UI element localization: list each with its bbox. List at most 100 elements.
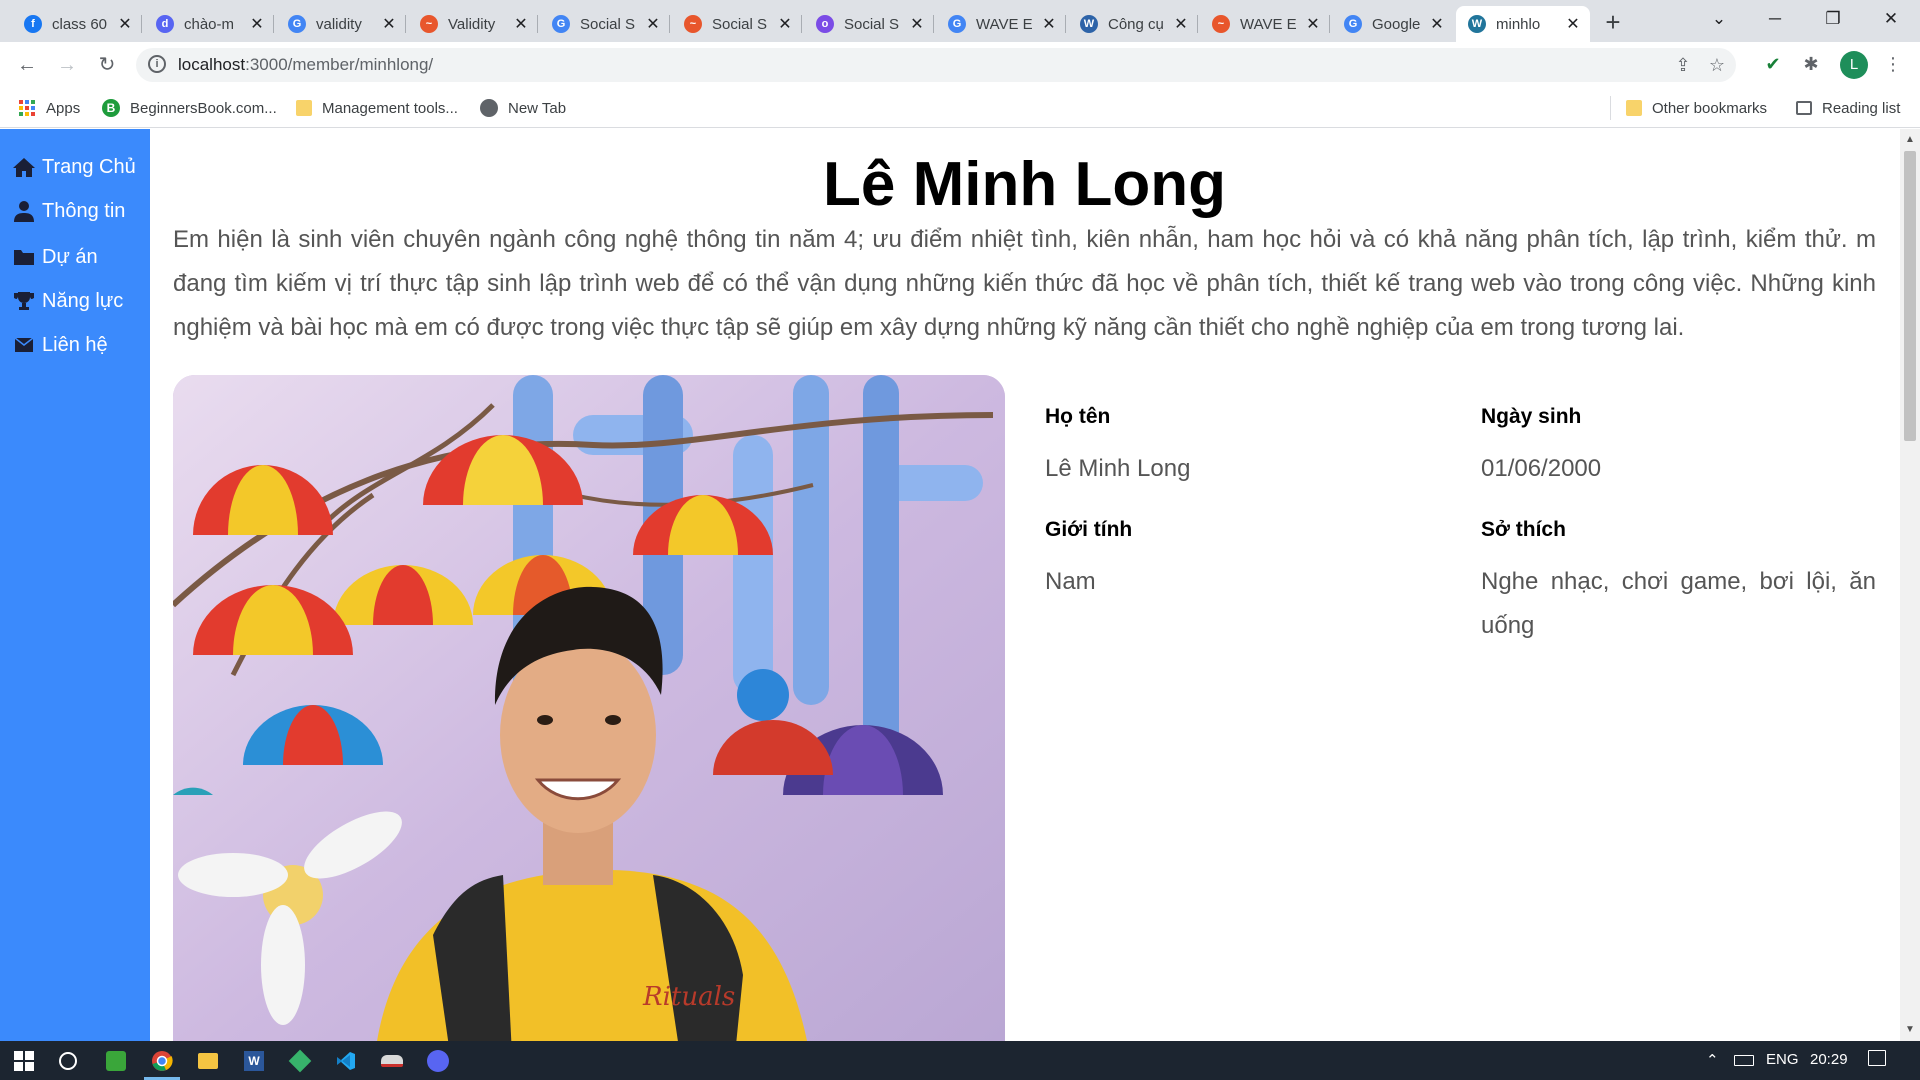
sidebar-item-info[interactable]: Thông tin bbox=[12, 199, 125, 223]
tab-close-icon[interactable]: ✕ bbox=[644, 14, 662, 34]
sidebar-item-contact[interactable]: Liên hệ bbox=[12, 333, 108, 357]
scroll-up-arrow-icon[interactable]: ▲ bbox=[1905, 135, 1915, 145]
browser-tab[interactable]: Wminhlo ✕ bbox=[1456, 6, 1590, 42]
browser-tab[interactable]: G Social S ✕ bbox=[540, 6, 670, 42]
apps-grid-icon bbox=[18, 99, 36, 117]
discord-taskbar-icon[interactable] bbox=[424, 1047, 452, 1075]
back-button[interactable]: ← bbox=[12, 50, 42, 80]
browser-tab[interactable]: d chào-m ✕ bbox=[144, 6, 274, 42]
close-window-button[interactable]: ✕ bbox=[1868, 4, 1914, 34]
bookmark-other-bookmarks[interactable]: Other bookmarks bbox=[1626, 98, 1767, 118]
browser-tab[interactable]: G WAVE E ✕ bbox=[936, 6, 1066, 42]
app-diamond-icon[interactable] bbox=[286, 1047, 314, 1075]
tab-close-icon[interactable]: ✕ bbox=[116, 14, 134, 34]
facebook-icon: f bbox=[24, 15, 42, 33]
notification-icon[interactable] bbox=[1868, 1050, 1886, 1070]
clock-time[interactable]: 20:29 bbox=[1810, 1051, 1848, 1068]
url-text[interactable]: localhost:3000/member/minhlong/ bbox=[178, 55, 433, 75]
sidebar-item-label: Trang Chủ bbox=[42, 155, 136, 178]
forward-button[interactable]: → bbox=[52, 50, 82, 80]
tab-title: class 60 bbox=[52, 15, 108, 33]
language-indicator[interactable]: ENG bbox=[1766, 1051, 1799, 1068]
browser-tab[interactable]: f class 60 ✕ bbox=[12, 6, 142, 42]
bookmark-beginnersbook[interactable]: B BeginnersBook.com... bbox=[102, 98, 277, 118]
bookmark-newtab-label: New Tab bbox=[508, 99, 567, 117]
tab-close-icon[interactable]: ✕ bbox=[1304, 14, 1322, 34]
bookmark-apps[interactable]: Apps bbox=[18, 98, 80, 118]
tab-title: chào-m bbox=[184, 15, 235, 33]
vscode-icon[interactable] bbox=[332, 1047, 360, 1075]
tab-title: WAVE E bbox=[976, 15, 1033, 33]
extension-check-icon[interactable]: ✔ bbox=[1762, 54, 1784, 76]
tab-title: Social S bbox=[712, 15, 768, 33]
browser-tab[interactable]: ~ Social S ✕ bbox=[672, 6, 802, 42]
tab-close-icon[interactable]: ✕ bbox=[1428, 14, 1446, 34]
tab-separator bbox=[669, 15, 670, 33]
share-icon[interactable]: ⇪ bbox=[1672, 55, 1694, 77]
address-bar[interactable]: i localhost:3000/member/minhlong/ ⇪ ☆ bbox=[136, 48, 1736, 82]
file-explorer-icon[interactable] bbox=[194, 1047, 222, 1075]
tab-close-icon[interactable]: ✕ bbox=[1040, 14, 1058, 34]
chrome-taskbar-icon[interactable] bbox=[148, 1047, 176, 1075]
field-label: Sở thích bbox=[1481, 518, 1566, 541]
tab-title: WAVE E bbox=[1240, 15, 1297, 33]
reading-list-label: Reading list bbox=[1822, 99, 1901, 117]
tab-close-icon[interactable]: ✕ bbox=[512, 14, 530, 34]
site-info-icon[interactable]: i bbox=[148, 55, 166, 73]
extensions-puzzle-icon[interactable]: ✱ bbox=[1800, 54, 1822, 76]
tab-close-icon[interactable]: ✕ bbox=[776, 14, 794, 34]
browser-tab[interactable]: o Social S ✕ bbox=[804, 6, 934, 42]
tab-close-icon[interactable]: ✕ bbox=[248, 14, 266, 34]
bookmark-star-icon[interactable]: ☆ bbox=[1706, 55, 1728, 77]
sidebar-item-projects[interactable]: Dự án bbox=[12, 245, 98, 269]
bookmarks-divider bbox=[1610, 96, 1611, 120]
minimize-button[interactable]: ─ bbox=[1752, 4, 1798, 34]
wave-rainbow-icon: ~ bbox=[684, 15, 702, 33]
browser-tab[interactable]: G Google ✕ bbox=[1332, 6, 1454, 42]
app-green-icon[interactable] bbox=[102, 1047, 130, 1075]
scroll-thumb[interactable] bbox=[1904, 151, 1916, 441]
tab-search-icon[interactable]: ⌄ bbox=[1696, 4, 1742, 34]
field-label: Ngày sinh bbox=[1481, 405, 1582, 428]
profile-photo: Rituals bbox=[173, 375, 1005, 1041]
browser-tab[interactable]: ~ WAVE E ✕ bbox=[1200, 6, 1330, 42]
tab-separator bbox=[1197, 15, 1198, 33]
browser-tab[interactable]: W Công cụ ✕ bbox=[1068, 6, 1198, 42]
battery-icon[interactable] bbox=[1734, 1053, 1754, 1070]
tab-separator bbox=[1329, 15, 1330, 33]
tab-close-icon[interactable]: ✕ bbox=[908, 14, 926, 34]
tab-title: Công cụ bbox=[1108, 15, 1164, 33]
tab-close-icon[interactable]: ✕ bbox=[1172, 14, 1190, 34]
google-translate-icon: G bbox=[1344, 15, 1362, 33]
wave-rainbow-icon: ~ bbox=[1212, 15, 1230, 33]
app-car-icon[interactable] bbox=[378, 1047, 406, 1075]
sidebar-item-label: Liên hệ bbox=[42, 333, 108, 356]
restore-button[interactable]: ❐ bbox=[1810, 4, 1856, 34]
browser-tab[interactable]: ~ Validity ✕ bbox=[408, 6, 538, 42]
new-tab-button[interactable]: + bbox=[1598, 8, 1628, 38]
word-icon[interactable]: W bbox=[240, 1047, 268, 1075]
sidebar-item-skills[interactable]: Năng lực bbox=[12, 289, 123, 313]
tab-separator bbox=[801, 15, 802, 33]
bookmark-new-tab[interactable]: New Tab bbox=[480, 98, 566, 118]
tray-chevron-icon[interactable]: ⌃ bbox=[1706, 1051, 1719, 1069]
tab-close-icon[interactable]: ✕ bbox=[1564, 14, 1582, 34]
windows-start-icon[interactable] bbox=[10, 1047, 38, 1075]
reading-list-button[interactable]: Reading list bbox=[1796, 98, 1900, 118]
bookmark-management-label: Management tools... bbox=[322, 99, 458, 117]
menu-kebab-icon[interactable]: ⋮ bbox=[1882, 54, 1904, 76]
sidebar-item-label: Năng lực bbox=[42, 289, 124, 312]
sidebar-nav: Trang Chủ Thông tin Dự án Năng lực Liên … bbox=[0, 129, 150, 1041]
circle-logo-icon: o bbox=[816, 15, 834, 33]
profile-avatar[interactable]: L bbox=[1840, 51, 1868, 79]
beginnersbook-icon: B bbox=[102, 99, 120, 117]
bookmark-management-tools[interactable]: Management tools... bbox=[296, 98, 458, 118]
tab-close-icon[interactable]: ✕ bbox=[380, 14, 398, 34]
sidebar-item-home[interactable]: Trang Chủ bbox=[12, 155, 136, 179]
bookmarks-bar: Apps B BeginnersBook.com... Management t… bbox=[0, 88, 1920, 128]
scroll-down-arrow-icon[interactable]: ▼ bbox=[1905, 1025, 1915, 1035]
browser-tab[interactable]: Gvalidity ✕ bbox=[276, 6, 406, 42]
reload-button[interactable]: ↻ bbox=[92, 50, 122, 80]
cortana-search-icon[interactable] bbox=[54, 1047, 82, 1075]
page-scrollbar[interactable]: ▲ ▼ bbox=[1900, 129, 1920, 1041]
